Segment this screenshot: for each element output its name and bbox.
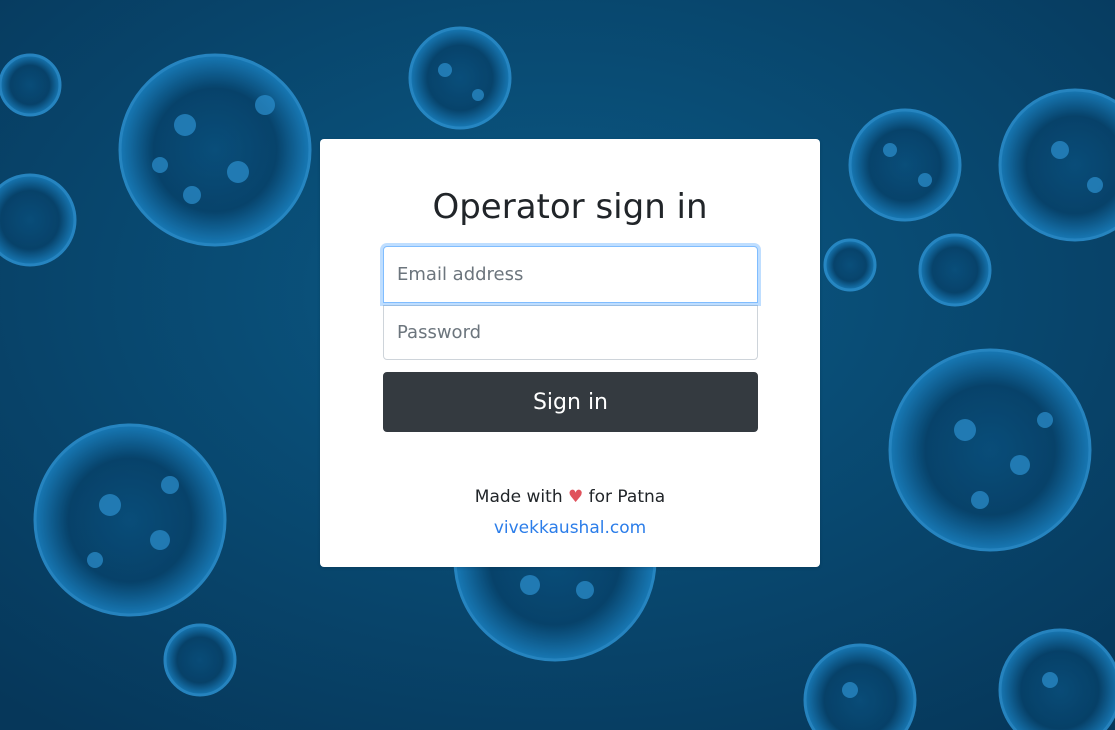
heart-icon: ♥ [568,487,584,507]
email-field[interactable] [383,246,758,303]
footer-link-container: vivekkaushal.com [320,515,820,541]
password-field[interactable] [383,305,758,360]
author-website-link[interactable]: vivekkaushal.com [494,518,646,538]
page-title: Operator sign in [432,187,708,227]
for-patna-text: for Patna [588,487,666,507]
footer-credit: Made with ♥ for Patna [320,484,820,510]
sign-in-card: Operator sign in Sign in Made with ♥ for… [320,139,820,567]
sign-in-button[interactable]: Sign in [383,372,758,432]
made-with-text: Made with [474,487,563,507]
